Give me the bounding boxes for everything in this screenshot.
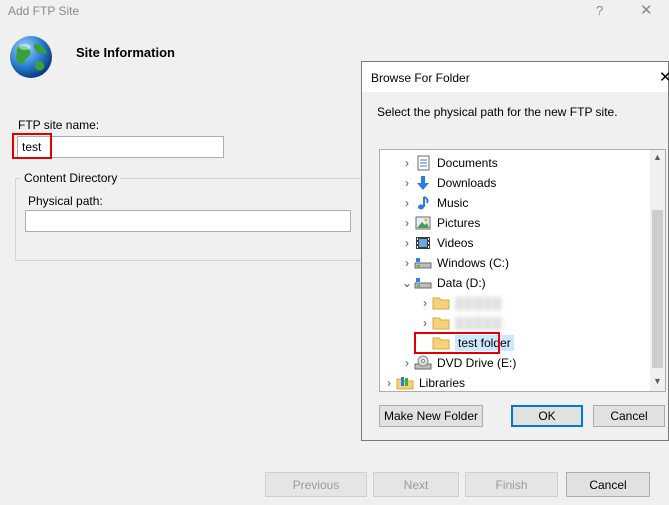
finish-button[interactable]: Finish: [465, 472, 558, 497]
tree-item-label: Documents: [437, 156, 498, 170]
make-new-folder-button[interactable]: Make New Folder: [379, 405, 483, 427]
chevron-right-icon[interactable]: ›: [400, 356, 414, 370]
physical-path-label: Physical path:: [28, 194, 103, 208]
tree-item-label: DVD Drive (E:): [437, 356, 517, 370]
window-title: Add FTP Site: [8, 4, 80, 18]
browse-close-button[interactable]: ✕: [659, 68, 669, 86]
tree-item[interactable]: › DVD Drive (E:): [400, 353, 665, 373]
site-name-label: FTP site name:: [18, 118, 100, 132]
tree-item[interactable]: › Music: [400, 193, 665, 213]
tree-item-label: Downloads: [437, 176, 497, 190]
section-title: Site Information: [76, 45, 175, 60]
tree-item-label: Pictures: [437, 216, 481, 230]
folder-icon: [432, 315, 450, 331]
folder-tree[interactable]: › Documents › Downloads › Music › Pictures › Vide…: [379, 149, 666, 392]
dvd-drive-icon: [414, 355, 432, 371]
tree-item[interactable]: › Libraries: [382, 373, 652, 391]
documents-icon: [414, 155, 432, 171]
browse-cancel-button[interactable]: Cancel: [593, 405, 665, 427]
browse-instruction: Select the physical path for the new FTP…: [377, 105, 618, 119]
tree-item[interactable]: ⌄ Data (D:): [400, 273, 665, 293]
tree-item-label: ▒▒▒▒▒: [455, 296, 503, 310]
pictures-icon: [414, 215, 432, 231]
previous-button[interactable]: Previous: [265, 472, 367, 497]
folder-icon: [432, 295, 450, 311]
tree-item[interactable]: › Downloads: [400, 173, 665, 193]
tree-item[interactable]: › Pictures: [400, 213, 665, 233]
chevron-right-icon[interactable]: ›: [400, 156, 414, 170]
browse-folder-dialog: Browse For Folder ✕ Select the physical …: [361, 61, 669, 441]
chevron-down-icon[interactable]: ⌄: [400, 276, 414, 290]
videos-icon: [414, 235, 432, 251]
next-button[interactable]: Next: [373, 472, 459, 497]
downloads-icon: [414, 175, 432, 191]
chevron-right-icon[interactable]: ›: [400, 256, 414, 270]
scroll-down-icon[interactable]: ▼: [650, 376, 665, 386]
tree-item[interactable]: › ▒▒▒▒▒: [418, 293, 665, 313]
chevron-right-icon[interactable]: ›: [400, 176, 414, 190]
close-button[interactable]: ✕: [640, 1, 653, 19]
chevron-right-icon[interactable]: ›: [382, 376, 396, 390]
drive-icon: [414, 275, 432, 291]
ok-button[interactable]: OK: [511, 405, 583, 427]
tree-item-selected[interactable]: test folder: [414, 332, 514, 354]
tree-scrollbar[interactable]: ▲ ▼: [650, 150, 665, 391]
libraries-icon: [396, 375, 414, 391]
chevron-right-icon[interactable]: ›: [400, 236, 414, 250]
physical-path-input[interactable]: [25, 210, 351, 232]
tree-item-label: Data (D:): [437, 276, 486, 290]
tree-item[interactable]: › Videos: [400, 233, 665, 253]
chevron-right-icon[interactable]: ›: [400, 196, 414, 210]
tree-item-label: Windows (C:): [437, 256, 510, 270]
chevron-right-icon[interactable]: ›: [400, 216, 414, 230]
music-icon: [414, 195, 432, 211]
tree-item-label: Music: [437, 196, 469, 210]
cancel-button[interactable]: Cancel: [566, 472, 650, 497]
chevron-right-icon[interactable]: ›: [418, 296, 432, 310]
chevron-right-icon[interactable]: ›: [418, 316, 432, 330]
globe-icon: [10, 36, 52, 78]
tree-item[interactable]: › ▒▒▒▒▒: [418, 313, 665, 333]
tree-item-label: ▒▒▒▒▒: [455, 316, 503, 330]
tree-item-label: Libraries: [419, 376, 466, 390]
browse-titlebar: Browse For Folder ✕: [362, 62, 669, 92]
drive-icon: [414, 255, 432, 271]
highlight-box: [12, 133, 52, 159]
scroll-up-icon[interactable]: ▲: [650, 152, 665, 162]
tree-item-label: Videos: [437, 236, 474, 250]
tree-item[interactable]: › Documents: [400, 153, 665, 173]
help-button[interactable]: ?: [596, 3, 603, 18]
content-directory-legend: Content Directory: [21, 171, 121, 185]
scroll-thumb[interactable]: [652, 210, 663, 368]
browse-title: Browse For Folder: [371, 71, 470, 85]
tree-item[interactable]: › Windows (C:): [400, 253, 665, 273]
highlight-box: [414, 332, 500, 354]
